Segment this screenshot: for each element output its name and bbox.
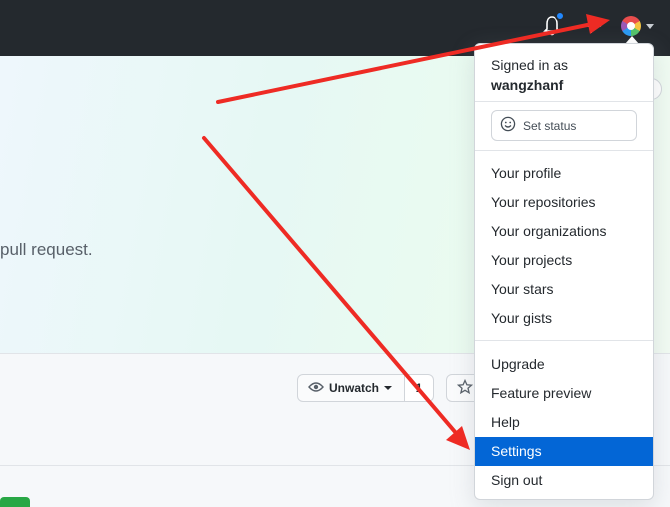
menu-item-your-repositories[interactable]: Your repositories bbox=[475, 188, 653, 217]
menu-item-your-gists[interactable]: Your gists bbox=[475, 304, 653, 333]
chevron-down-icon bbox=[384, 386, 393, 390]
hero-text: pull request. bbox=[0, 240, 93, 259]
divider bbox=[475, 340, 653, 341]
menu-item-sign-out[interactable]: Sign out bbox=[475, 466, 653, 495]
menu-item-your-profile[interactable]: Your profile bbox=[475, 159, 653, 188]
menu-item-upgrade[interactable]: Upgrade bbox=[475, 350, 653, 379]
smiley-icon bbox=[500, 116, 516, 135]
chevron-down-icon[interactable] bbox=[646, 24, 654, 29]
watch-button[interactable]: Unwatch bbox=[297, 374, 405, 402]
menu-item-your-projects[interactable]: Your projects bbox=[475, 246, 653, 275]
divider bbox=[475, 150, 653, 151]
watch-label: Unwatch bbox=[329, 381, 380, 395]
menu-item-your-stars[interactable]: Your stars bbox=[475, 275, 653, 304]
bottom-green-tab[interactable] bbox=[0, 497, 30, 507]
plus-icon[interactable] bbox=[584, 17, 604, 35]
menu-item-your-organizations[interactable]: Your organizations bbox=[475, 217, 653, 246]
menu-item-help[interactable]: Help bbox=[475, 408, 653, 437]
divider bbox=[475, 101, 653, 102]
set-status-button[interactable]: Set status bbox=[491, 110, 637, 141]
watch-count[interactable]: 1 bbox=[404, 374, 434, 402]
signed-in-label: Signed in as bbox=[491, 57, 569, 73]
user-dropdown-menu: Signed in as wangzhanf Set status Your p… bbox=[474, 43, 654, 500]
username: wangzhanf bbox=[491, 77, 564, 93]
set-status-label: Set status bbox=[523, 118, 577, 133]
eye-icon bbox=[308, 381, 324, 396]
menu-item-feature-preview[interactable]: Feature preview bbox=[475, 379, 653, 408]
star-icon bbox=[456, 378, 474, 398]
avatar[interactable] bbox=[621, 16, 641, 36]
signed-in-header: Signed in as wangzhanf bbox=[491, 55, 568, 95]
notification-dot bbox=[555, 11, 565, 21]
menu-item-settings[interactable]: Settings bbox=[475, 437, 653, 466]
